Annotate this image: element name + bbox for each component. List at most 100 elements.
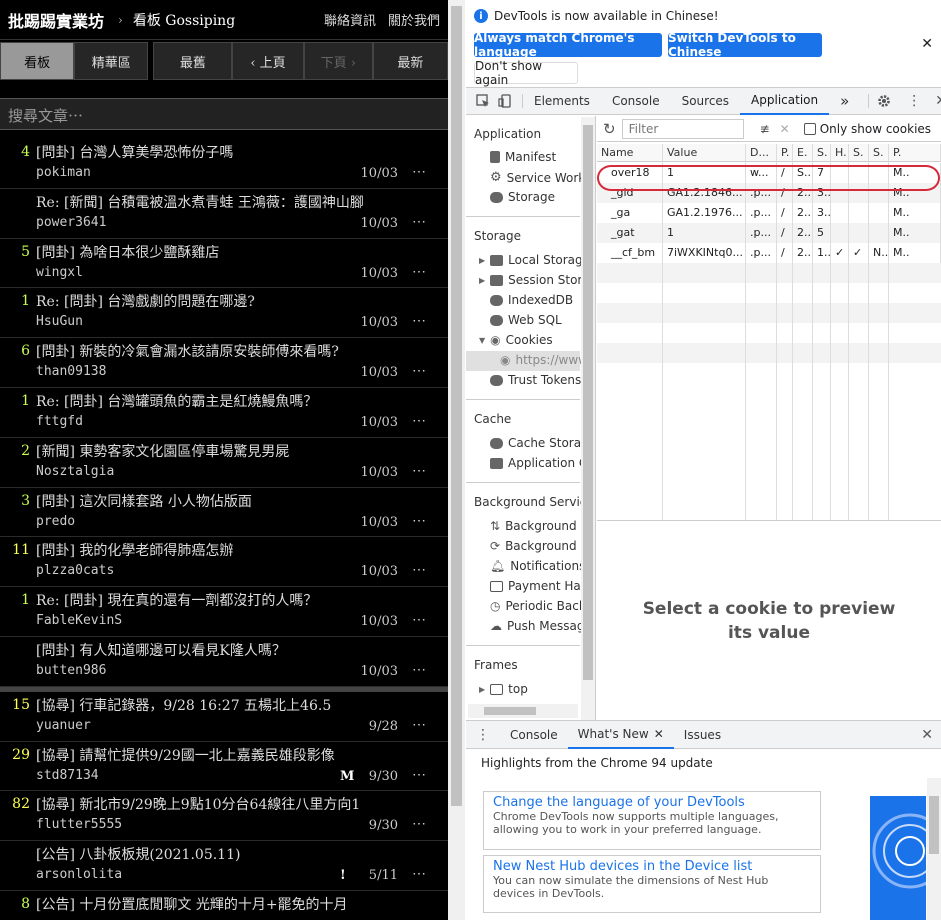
more-options-icon[interactable]: ⋯ — [412, 463, 426, 479]
board-button[interactable]: 看板 — [0, 42, 75, 80]
sidebar-item-app-cache[interactable]: Application C — [490, 456, 587, 470]
sidebar-item-push-messaging[interactable]: ☁ Push Messag — [490, 619, 585, 633]
sidebar-item-payment-handler[interactable]: Payment Han — [490, 579, 588, 593]
more-options-icon[interactable]: ⋯ — [412, 413, 426, 429]
sidebar-item-cache-storage[interactable]: Cache Storag — [490, 436, 589, 450]
drawer-tab-console[interactable]: Console — [500, 721, 568, 749]
post-row[interactable]: [公告] 八卦板板規(2021.05.11) arsonlolita! 5/11 ⋯ — [0, 841, 448, 891]
device-toolbar-icon[interactable] — [494, 94, 523, 108]
more-options-icon[interactable]: ⋯ — [412, 612, 426, 628]
post-title[interactable]: [問卦] 我的化學老師得肺癌怎辦 — [36, 540, 233, 560]
post-row[interactable]: 3 [問卦] 這次同樣套路 小人物佔版面 predo 10/03 ⋯ — [0, 488, 448, 538]
sidebar-item-cookies[interactable]: ▼ ◉ Cookies — [479, 333, 553, 347]
scrollbar-thumb[interactable] — [484, 707, 536, 715]
post-title[interactable]: [協尋] 行車記錄器，9/28 16:27 五楊北上46.5 — [36, 695, 331, 715]
more-options-icon[interactable]: ⋯ — [412, 717, 426, 733]
sidebar-item-background-fetch[interactable]: ⇅ Background F — [490, 519, 587, 533]
cookie-cell-size[interactable]: 1... — [813, 243, 831, 263]
cookie-cell-secure[interactable] — [849, 223, 869, 243]
cookie-cell-priority[interactable]: M.. — [889, 223, 941, 243]
inspect-icon[interactable] — [466, 94, 494, 108]
sidebar-item-service-workers[interactable]: ⚙ Service Worke — [490, 170, 592, 185]
post-row[interactable]: 11 [問卦] 我的化學老師得肺癌怎辦 plzza0cats 10/03 ⋯ — [0, 537, 448, 588]
post-row[interactable]: 1 Re: [問卦] 台灣戲劇的問題在哪邊? HsuGun 10/03 ⋯ — [0, 288, 448, 339]
tab-elements[interactable]: Elements — [523, 88, 601, 115]
post-title[interactable]: [問卦] 這次同樣套路 小人物佔版面 — [36, 491, 252, 511]
close-drawer-icon[interactable]: ✕ — [921, 727, 941, 743]
switch-chinese-button[interactable]: Switch DevTools to Chinese — [668, 31, 822, 59]
post-title[interactable]: Re: [新聞] 台積電被溫水煮青蛙 王鴻薇：護國神山腳 — [36, 192, 364, 212]
cookie-cell-value[interactable]: 1 — [663, 223, 746, 243]
post-row[interactable]: 1 Re: [問卦] 台灣罐頭魚的霸主是紅燒鰻魚嗎？ fttgfd 10/03 ⋯ — [0, 388, 448, 438]
more-tabs-icon[interactable]: » — [829, 88, 860, 115]
sidebar-item-periodic-sync[interactable]: ◷ Periodic Back — [490, 599, 586, 613]
search-input[interactable]: 搜尋文章⋯ — [0, 98, 448, 130]
column-header[interactable]: P. — [777, 144, 793, 162]
gear-icon[interactable] — [868, 94, 899, 108]
sidebar-item-indexeddb[interactable]: IndexedDB — [490, 293, 573, 307]
sidebar-item-cookie-origin[interactable]: ◉ https://www — [500, 353, 588, 367]
filter-input[interactable]: Filter — [621, 118, 744, 139]
sidebar-hscrollbar[interactable] — [468, 704, 578, 718]
close-tab-icon[interactable]: ✕ — [654, 727, 664, 741]
drawer-tab-issues[interactable]: Issues — [674, 721, 731, 749]
scrollbar-thumb[interactable] — [929, 796, 939, 854]
post-title[interactable]: [問卦] 為啥日本很少鹽酥雞店 — [36, 242, 219, 262]
more-options-icon[interactable]: ⋯ — [412, 767, 426, 783]
post-row[interactable]: 4 [問卦] 台灣人算美學恐怖份子嗎 pokiman 10/03 ⋯ — [0, 139, 448, 189]
column-header[interactable]: D... — [746, 144, 777, 162]
cookie-cell-http[interactable]: ✓ — [831, 243, 849, 263]
more-options-icon[interactable]: ⋯ — [412, 866, 426, 882]
close-icon[interactable]: ✕ — [921, 36, 933, 52]
sidebar-item-storage[interactable]: Storage — [490, 190, 555, 204]
more-options-icon[interactable]: ⋯ — [412, 662, 426, 678]
about-link[interactable]: 關於我們 — [388, 10, 440, 29]
cookie-cell-value[interactable]: GA1.2.1976... — [663, 203, 746, 223]
post-title[interactable]: [協尋] 請幫忙提供9/29國一北上嘉義民雄段影像 — [36, 745, 335, 765]
post-title[interactable]: [公告] 十月份置底閒聊文 光輝的十月+罷免的十月 — [36, 894, 348, 914]
post-title[interactable]: [問卦] 有人知道哪邊可以看見K隆人嗎？ — [36, 640, 286, 660]
close-devtools-icon[interactable]: ✕ — [929, 93, 941, 109]
post-row[interactable]: Re: [新聞] 台積電被溫水煮青蛙 王鴻薇：護國神山腳 power3641 10/… — [0, 189, 448, 239]
oldest-button[interactable]: 最舊 — [153, 42, 233, 80]
post-title[interactable]: Re: [問卦] 現在真的還有一劑都沒打的人嗎？ — [36, 590, 317, 610]
post-row[interactable]: 29 [協尋] 請幫忙提供9/29國一北上嘉義民雄段影像 std87134 M 9/30… — [0, 742, 448, 792]
post-title[interactable]: Re: [問卦] 台灣罐頭魚的霸主是紅燒鰻魚嗎？ — [36, 391, 317, 411]
post-title[interactable]: [協尋] 新北市9/29晚上9點10分台64線往八里方向1 — [36, 794, 360, 814]
column-header[interactable]: Value — [663, 144, 746, 162]
expand-arrow-icon[interactable]: ▶ — [479, 276, 485, 285]
drawer-tab-whats-new[interactable]: What's New ✕ — [567, 721, 674, 749]
cookie-cell-path[interactable]: / — [777, 243, 793, 263]
tab-sources[interactable]: Sources — [671, 88, 740, 115]
post-title[interactable]: [公告] 八卦板板規(2021.05.11) — [36, 844, 240, 864]
scrollbar-thumb[interactable] — [583, 125, 593, 680]
post-row[interactable]: 5 [問卦] 為啥日本很少鹽酥雞店 wingxl 10/03 ⋯ — [0, 239, 448, 289]
sidebar-item-manifest[interactable]: Manifest — [490, 150, 556, 164]
more-options-icon[interactable]: ⋯ — [412, 164, 426, 180]
sidebar-item-notifications[interactable]: 🔔︎ Notifications — [490, 559, 585, 573]
delete-icon[interactable]: ✕ — [780, 122, 790, 136]
cookie-cell-domain[interactable]: .p... — [746, 223, 777, 243]
whats-new-card[interactable]: New Nest Hub devices in the Device list … — [483, 855, 821, 913]
sidebar-item-local-storage[interactable]: ▶ Local Storage — [479, 253, 590, 267]
cookie-cell-secure[interactable] — [849, 203, 869, 223]
post-title[interactable]: [問卦] 台灣人算美學恐怖份子嗎 — [36, 142, 233, 162]
clear-filtered-icon[interactable]: ≢ — [760, 122, 770, 136]
card-title[interactable]: Change the language of your DevTools — [493, 795, 811, 810]
cookie-cell-http[interactable] — [831, 223, 849, 243]
more-options-icon[interactable]: ⋯ — [412, 363, 426, 379]
cookie-cell-path[interactable]: / — [777, 223, 793, 243]
sidebar-item-trust-tokens[interactable]: Trust Tokens — [490, 373, 581, 387]
more-options-icon[interactable]: ⋯ — [412, 816, 426, 832]
cookie-cell-samesite[interactable] — [869, 203, 889, 223]
next-page-button[interactable]: 下頁 › — [303, 42, 373, 80]
post-row[interactable]: 8 [公告] 十月份置底閒聊文 光輝的十月+罷免的十月 — [0, 891, 448, 920]
post-row[interactable]: 15 [協尋] 行車記錄器，9/28 16:27 五楊北上46.5 yuanuer 9… — [0, 692, 448, 742]
cookie-cell-name[interactable]: _ga — [597, 203, 663, 223]
post-row[interactable]: 6 [問卦] 新裝的冷氣會漏水該請原安裝師傅來看嗎? than09138 10/03 ⋯ — [0, 338, 448, 388]
cookie-cell-priority[interactable]: M.. — [889, 243, 941, 263]
newest-button[interactable]: 最新 — [372, 42, 448, 80]
tab-application[interactable]: Application — [740, 88, 830, 115]
post-row[interactable]: 2 [新聞] 東勢客家文化園區停車場驚見男屍 Nosztalgia 10/03 ⋯ — [0, 438, 448, 488]
cookie-cell-name[interactable]: _gat — [597, 223, 663, 243]
